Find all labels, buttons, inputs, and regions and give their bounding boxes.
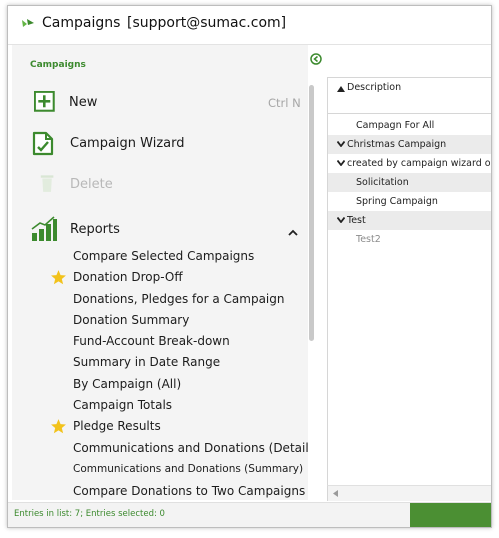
column-header-description[interactable]: Description [328, 78, 491, 114]
campaigns-app-icon [22, 19, 34, 27]
scroll-left-icon[interactable] [333, 490, 339, 497]
list-item[interactable]: Spring Campaign [328, 192, 491, 211]
reports-label: Reports [70, 222, 120, 237]
group-row[interactable]: Test [328, 211, 491, 230]
trash-icon [40, 175, 54, 192]
list-item[interactable]: Test2 [328, 230, 491, 249]
report-campaign-totals[interactable]: Campaign Totals [73, 398, 172, 412]
status-text: Entries in list: 7; Entries selected: 0 [14, 509, 165, 519]
chevron-up-icon[interactable] [288, 229, 298, 236]
status-bar: Entries in list: 7; Entries selected: 0 [8, 502, 491, 527]
window-account: [support@sumac.com] [127, 15, 287, 31]
panel-scrollbar[interactable] [309, 85, 314, 341]
group-row[interactable]: created by campaign wizard on [328, 154, 492, 173]
report-donation-summary[interactable]: Donation Summary [73, 313, 189, 327]
wizard-document-icon [32, 131, 54, 156]
group-row-label: Christmas Campaign [347, 139, 447, 150]
actions-panel: Campaigns New Ctrl N Campaign Wizard Del… [12, 45, 308, 500]
campaigns-window: Campaigns [support@sumac.com] Campaigns … [7, 5, 492, 528]
plus-box-icon [34, 91, 55, 112]
report-donation-drop-off[interactable]: Donation Drop-Off [73, 270, 183, 284]
list-item-label: Solicitation [356, 177, 409, 188]
group-row-label: created by campaign wizard on [347, 158, 492, 169]
section-title: Campaigns [30, 60, 86, 70]
report-compare-donations-two-campaigns[interactable]: Compare Donations to Two Campaigns [73, 484, 305, 498]
campaign-list: Description Campagn For All Christmas Ca… [327, 77, 492, 501]
delete-label: Delete [70, 177, 113, 192]
report-communications-donations-summary[interactable]: Communications and Donations (Summary) [73, 463, 303, 475]
report-pledge-results[interactable]: Pledge Results [73, 419, 161, 433]
collapse-panel-icon[interactable] [310, 53, 322, 65]
campaign-wizard-label: Campaign Wizard [70, 136, 185, 151]
list-item-label: Test2 [356, 234, 381, 245]
new-shortcut: Ctrl N [268, 96, 301, 110]
report-donations-pledges-for-campaign[interactable]: Donations, Pledges for a Campaign [73, 292, 284, 306]
column-header-label: Description [347, 82, 402, 93]
report-communications-donations-detail[interactable]: Communications and Donations (Detail) [73, 441, 308, 455]
list-item-label: Spring Campaign [356, 196, 438, 207]
horizontal-scrollbar[interactable] [327, 485, 491, 501]
group-row[interactable]: Christmas Campaign [328, 135, 491, 154]
chevron-down-icon [337, 217, 345, 223]
status-indicator [410, 503, 491, 527]
favorite-star-icon [51, 270, 66, 285]
campaign-wizard-button[interactable]: Campaign Wizard [30, 130, 230, 158]
report-summary-in-date-range[interactable]: Summary in Date Range [73, 355, 220, 369]
sort-ascending-icon [337, 86, 345, 92]
reports-header[interactable]: Reports [30, 215, 308, 243]
title-bar: Campaigns [support@sumac.com] [8, 6, 491, 45]
list-item[interactable]: Campagn For All [328, 116, 491, 135]
group-row-label: Test [347, 215, 366, 226]
list-item-label: Campagn For All [356, 120, 435, 131]
bar-chart-icon [31, 216, 57, 241]
chevron-down-icon [337, 141, 345, 147]
report-by-campaign-all[interactable]: By Campaign (All) [73, 377, 181, 391]
favorite-star-icon [51, 419, 66, 434]
list-item[interactable]: Solicitation [328, 173, 491, 192]
new-button[interactable]: New Ctrl N [30, 89, 308, 117]
report-fund-account-break-down[interactable]: Fund-Account Break-down [73, 334, 230, 348]
delete-button[interactable]: Delete [30, 171, 230, 199]
chevron-down-icon [337, 160, 345, 166]
new-label: New [69, 95, 98, 110]
window-title: Campaigns [42, 15, 121, 31]
report-compare-selected-campaigns[interactable]: Compare Selected Campaigns [73, 249, 254, 263]
